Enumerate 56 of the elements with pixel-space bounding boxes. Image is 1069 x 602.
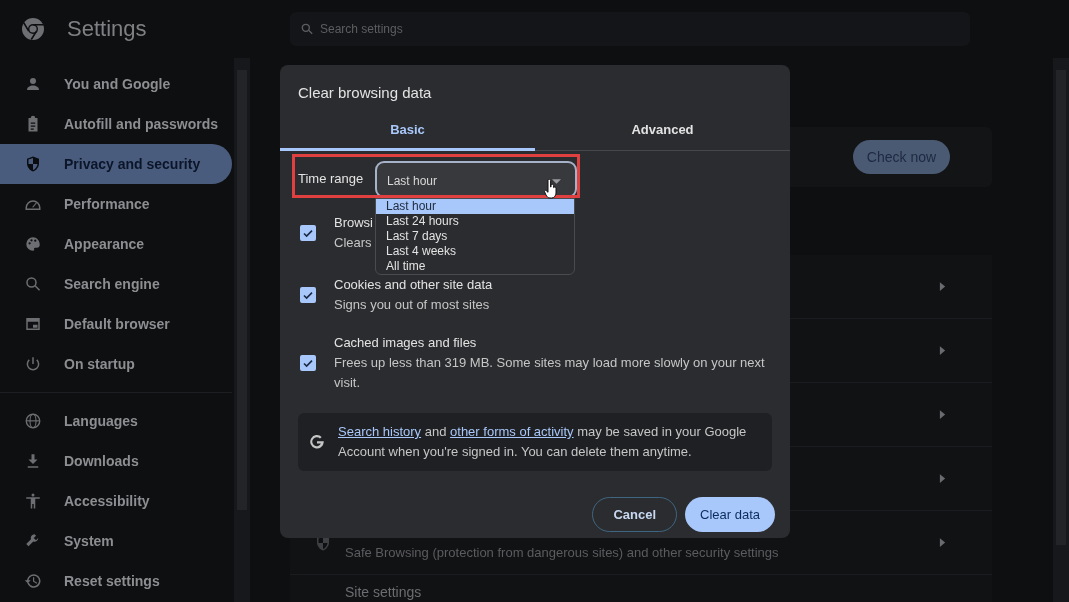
palette-icon xyxy=(24,235,42,253)
menu-option[interactable]: Last 7 days xyxy=(376,229,574,244)
globe-icon xyxy=(24,412,42,430)
row-description: Safe Browsing (protection from dangerous sites) and other security settings xyxy=(345,545,780,560)
sidebar-item[interactable]: System xyxy=(0,521,232,561)
chevron-icon xyxy=(939,345,946,356)
chevron-icon xyxy=(939,409,946,420)
tab[interactable]: Basic xyxy=(280,112,535,151)
hand-pointer-icon xyxy=(544,179,558,199)
checkbox[interactable] xyxy=(300,287,316,303)
caret-icon xyxy=(552,178,561,184)
person-icon xyxy=(24,75,42,93)
tab[interactable]: Advanced xyxy=(535,112,790,151)
menu-option[interactable]: Last hour xyxy=(376,199,574,214)
row-title: Site settings xyxy=(345,584,423,600)
menu-option[interactable]: All time xyxy=(376,259,574,274)
sidebar-item[interactable]: Performance xyxy=(0,184,232,224)
history-icon xyxy=(24,572,42,590)
shield-icon xyxy=(24,155,42,173)
sidebar-item[interactable]: Reset settings xyxy=(0,561,232,601)
sidebar-item[interactable]: Appearance xyxy=(0,224,232,264)
menu-option[interactable]: Last 4 weeks xyxy=(376,244,574,259)
option-description: Frees up less than 319 MB. Some sites may load more slowly on your next visit. xyxy=(334,354,766,392)
browser-logo-icon xyxy=(21,17,45,41)
info-text: Search history and other forms of activity may be saved in your Google Account when you're signed in. You can delete them anytime. xyxy=(338,423,748,461)
dialog-title: Clear browsing data xyxy=(297,83,433,103)
accessibility-icon xyxy=(24,492,42,510)
sidebar-item[interactable]: You and Google xyxy=(0,64,232,104)
link[interactable]: other forms of activity xyxy=(450,424,574,439)
sidebar-item[interactable]: Search engine xyxy=(0,264,232,304)
chevron-icon xyxy=(939,281,946,292)
field-label: Time range xyxy=(298,170,365,186)
sidebar-item[interactable]: Default browser xyxy=(0,304,232,344)
option-title: Cookies and other site data xyxy=(334,276,493,294)
option-title: Cached images and files xyxy=(334,334,477,352)
checkbox[interactable] xyxy=(300,225,316,241)
option-title: Browsi xyxy=(334,214,373,232)
clear-data-button[interactable]: Clear data xyxy=(685,497,775,532)
sidebar-item[interactable]: Downloads xyxy=(0,441,232,481)
g-letter-icon xyxy=(308,433,326,451)
menu-option[interactable]: Last 24 hours xyxy=(376,214,574,229)
browser-window-icon xyxy=(24,315,42,333)
search-icon xyxy=(24,275,42,293)
sidebar-item[interactable]: Autofill and passwords xyxy=(0,104,232,144)
page-title: Settings xyxy=(67,16,147,42)
power-icon xyxy=(24,355,42,373)
chevron-icon xyxy=(939,473,946,484)
checkbox[interactable] xyxy=(300,355,316,371)
sidebar-item[interactable]: On startup xyxy=(0,344,232,384)
option-description: Signs you out of most sites xyxy=(334,296,490,314)
option-description: Clears xyxy=(334,234,372,252)
sidebar-item[interactable]: Accessibility xyxy=(0,481,232,521)
chevron-icon xyxy=(939,537,946,548)
link[interactable]: Search history xyxy=(338,424,422,439)
search-field[interactable]: Search settings xyxy=(290,12,970,46)
sidebar-item[interactable]: Languages xyxy=(0,401,232,441)
